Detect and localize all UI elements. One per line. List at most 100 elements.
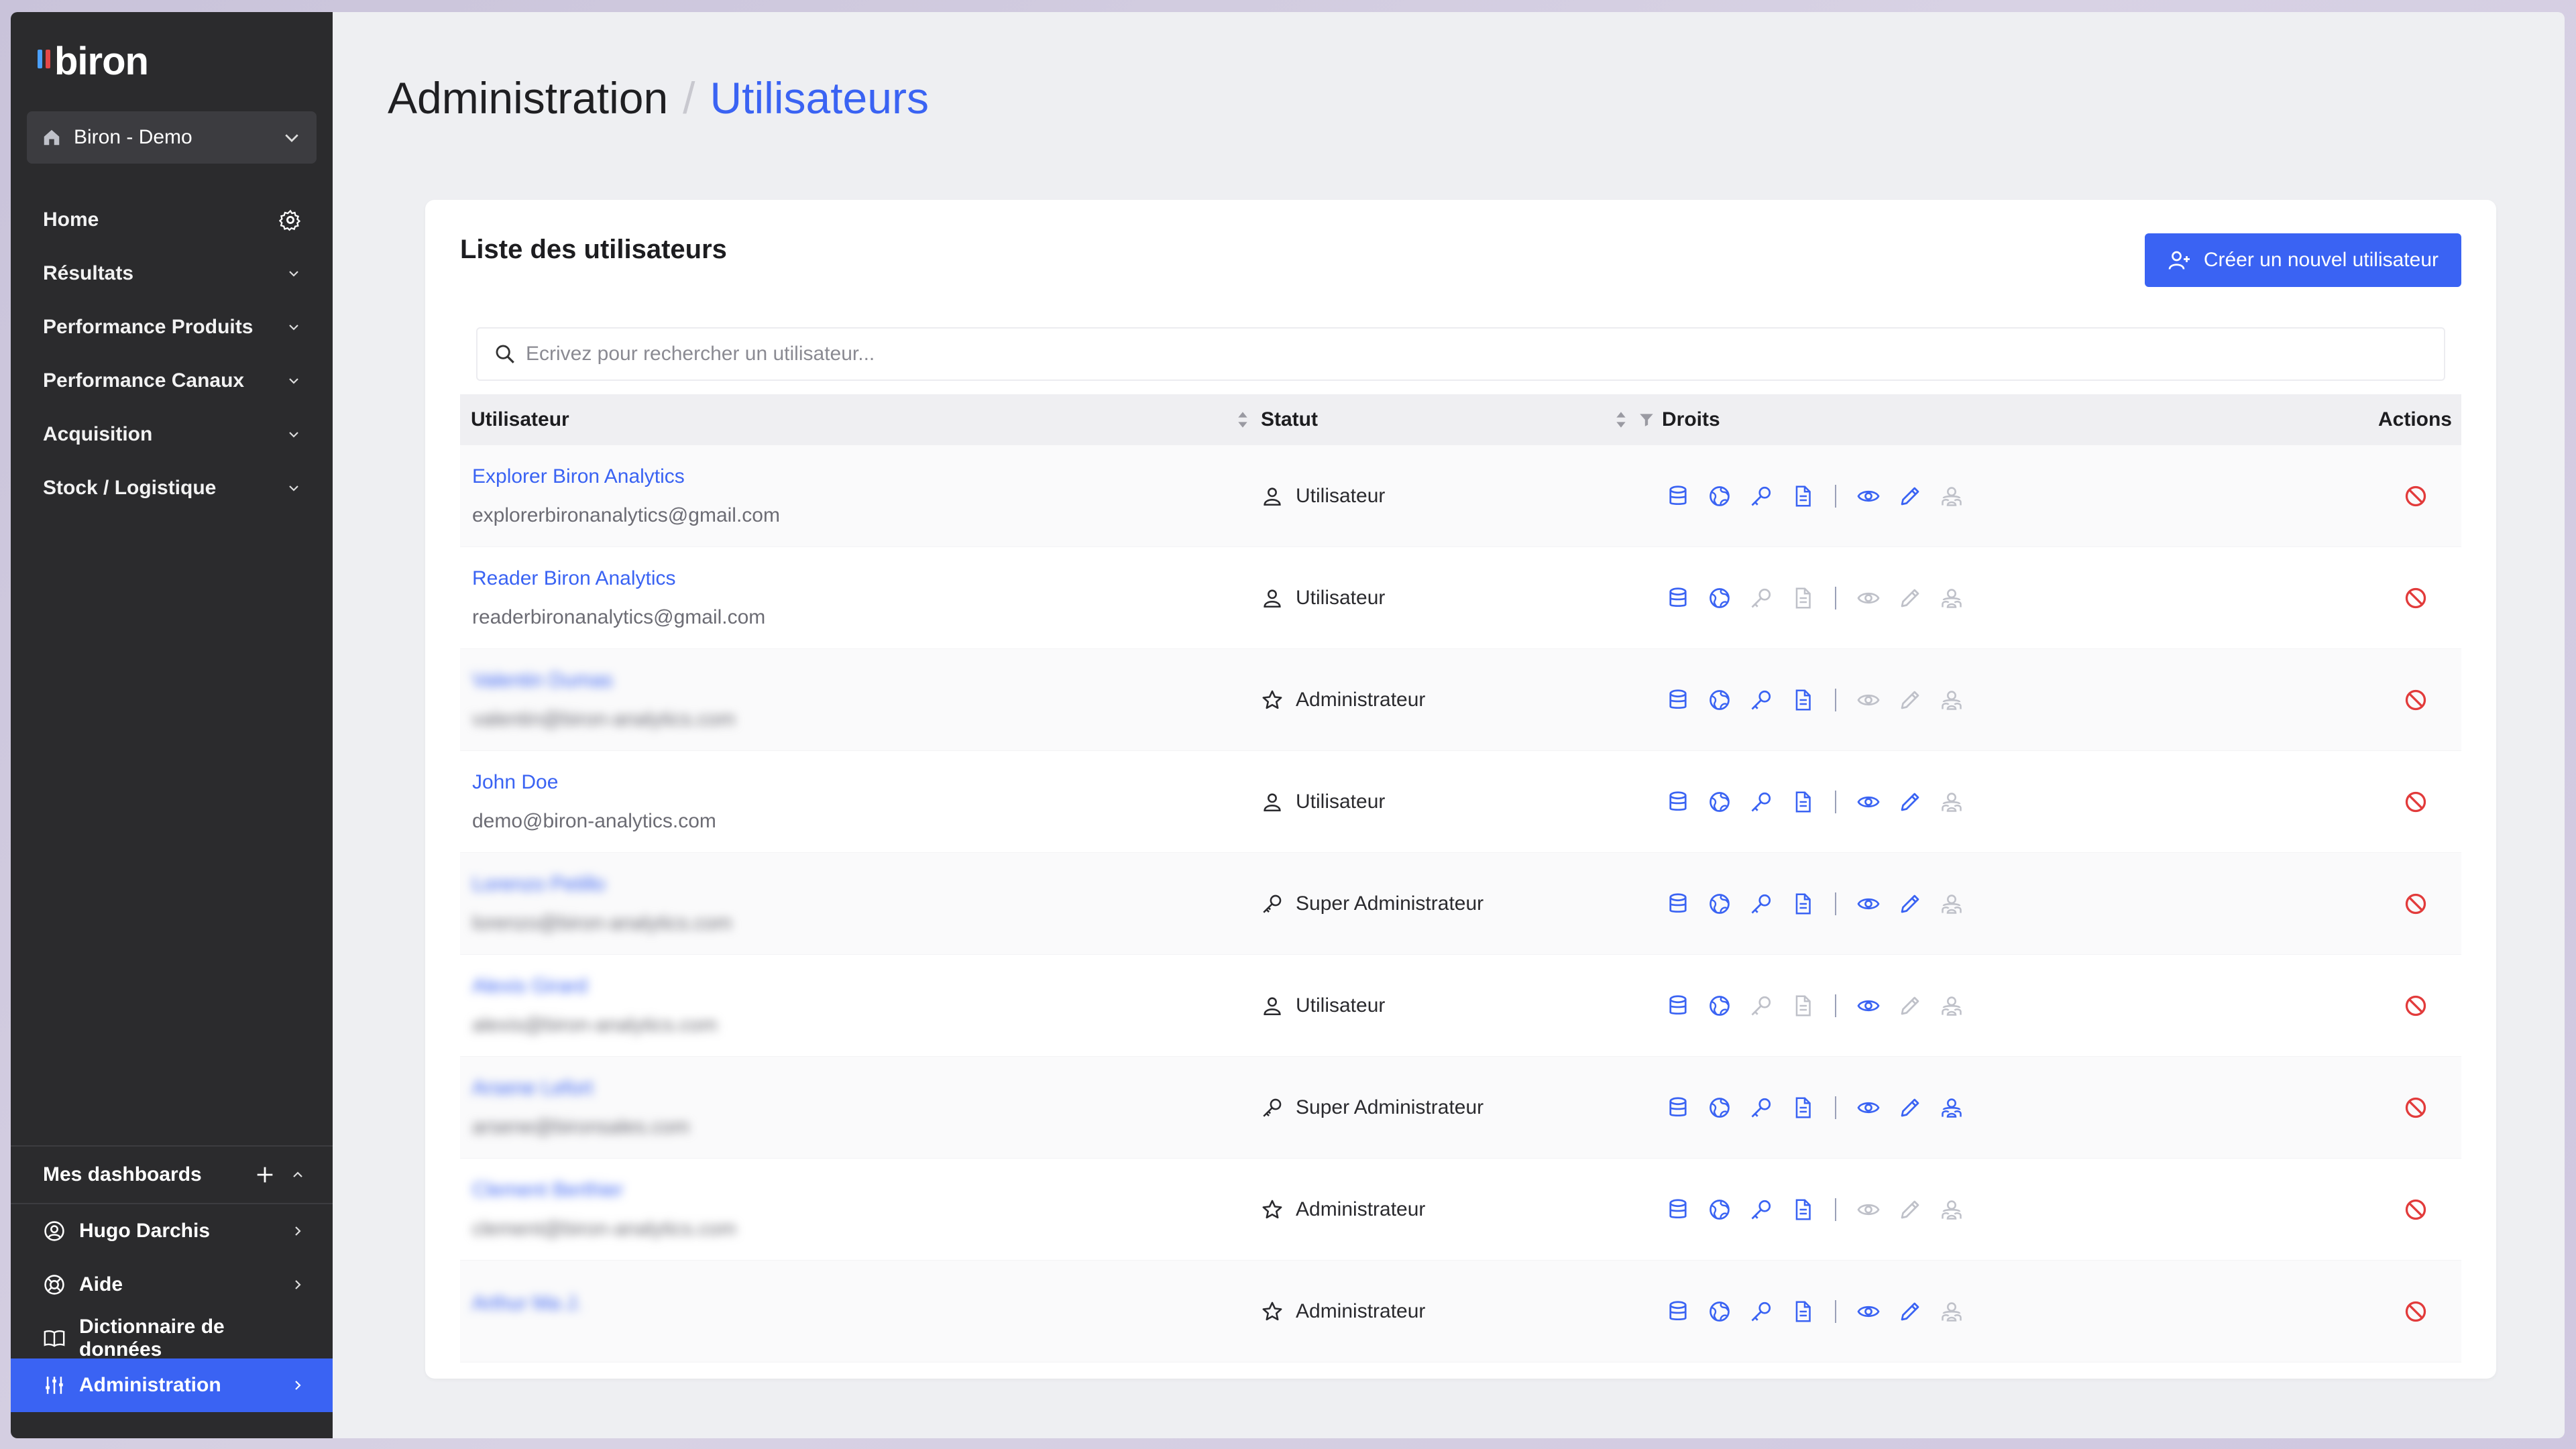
plus-icon[interactable]: [254, 1163, 276, 1186]
table-row[interactable]: Alexis Girard alexis@biron-analytics.com…: [460, 955, 2461, 1057]
sidebar-item-dictionnaire[interactable]: Dictionnaire de données: [11, 1312, 333, 1365]
user-name-link[interactable]: Reader Biron Analytics: [472, 567, 676, 590]
eye-icon[interactable]: [1856, 892, 1881, 916]
sidebar-item-mes-dashboards[interactable]: Mes dashboards: [11, 1147, 333, 1203]
user-name-link[interactable]: Arsene Lefort: [472, 1077, 593, 1100]
document-icon[interactable]: [1791, 484, 1815, 508]
database-icon[interactable]: [1666, 1198, 1690, 1222]
table-row[interactable]: Reader Biron Analytics readerbironanalyt…: [460, 547, 2461, 649]
key-icon[interactable]: [1749, 1096, 1773, 1120]
globe-icon[interactable]: [1707, 1299, 1732, 1324]
table-row[interactable]: Valentin Dumas valentin@biron-analytics.…: [460, 649, 2461, 751]
document-icon[interactable]: [1791, 1198, 1815, 1222]
key-icon[interactable]: [1749, 586, 1773, 610]
sort-icon[interactable]: [1235, 410, 1250, 430]
sidebar-item-user-profile[interactable]: Hugo Darchis: [11, 1204, 333, 1258]
document-icon[interactable]: [1791, 688, 1815, 712]
document-icon[interactable]: [1791, 790, 1815, 814]
users-icon[interactable]: [1940, 1096, 1964, 1120]
table-row[interactable]: Explorer Biron Analytics explorerbironan…: [460, 445, 2461, 547]
database-icon[interactable]: [1666, 586, 1690, 610]
block-icon[interactable]: [2404, 688, 2428, 712]
key-icon[interactable]: [1749, 790, 1773, 814]
pencil-icon[interactable]: [1898, 790, 1922, 814]
users-icon[interactable]: [1940, 1198, 1964, 1222]
user-name-link[interactable]: Valentin Dumas: [472, 669, 613, 692]
user-name-link[interactable]: Explorer Biron Analytics: [472, 465, 685, 488]
table-row[interactable]: Clement Berthier clement@biron-analytics…: [460, 1159, 2461, 1261]
block-icon[interactable]: [2404, 994, 2428, 1018]
block-icon[interactable]: [2404, 790, 2428, 814]
document-icon[interactable]: [1791, 1096, 1815, 1120]
sort-icon[interactable]: [1614, 410, 1628, 430]
pencil-icon[interactable]: [1898, 484, 1922, 508]
globe-icon[interactable]: [1707, 688, 1732, 712]
eye-icon[interactable]: [1856, 688, 1881, 712]
database-icon[interactable]: [1666, 892, 1690, 916]
block-icon[interactable]: [2404, 484, 2428, 508]
key-icon[interactable]: [1749, 1299, 1773, 1324]
user-name-link[interactable]: Clement Berthier: [472, 1179, 623, 1202]
search-input[interactable]: [526, 343, 2428, 365]
globe-icon[interactable]: [1707, 1198, 1732, 1222]
key-icon[interactable]: [1749, 1198, 1773, 1222]
table-row[interactable]: Lorenzo Petillo lorenzo@biron-analytics.…: [460, 853, 2461, 955]
column-header-user[interactable]: Utilisateur: [460, 408, 1261, 431]
eye-icon[interactable]: [1856, 586, 1881, 610]
nav-item-performance-produits[interactable]: Performance Produits: [11, 300, 333, 354]
create-user-button[interactable]: Créer un nouvel utilisateur: [2144, 233, 2461, 287]
users-icon[interactable]: [1940, 484, 1964, 508]
eye-icon[interactable]: [1856, 1198, 1881, 1222]
pencil-icon[interactable]: [1898, 586, 1922, 610]
globe-icon[interactable]: [1707, 484, 1732, 508]
user-name-link[interactable]: Arthur Ma J.: [472, 1292, 581, 1315]
document-icon[interactable]: [1791, 1299, 1815, 1324]
database-icon[interactable]: [1666, 688, 1690, 712]
globe-icon[interactable]: [1707, 892, 1732, 916]
database-icon[interactable]: [1666, 994, 1690, 1018]
nav-item-resultats[interactable]: Résultats: [11, 247, 333, 300]
user-name-link[interactable]: Alexis Girard: [472, 975, 587, 998]
database-icon[interactable]: [1666, 790, 1690, 814]
key-icon[interactable]: [1749, 994, 1773, 1018]
users-icon[interactable]: [1940, 994, 1964, 1018]
table-row[interactable]: Arthur Ma J. Administrateur: [460, 1261, 2461, 1363]
globe-icon[interactable]: [1707, 1096, 1732, 1120]
table-row[interactable]: Arsene Lefort arsene@bironsales.com Supe…: [460, 1057, 2461, 1159]
user-name-link[interactable]: John Doe: [472, 771, 558, 794]
users-icon[interactable]: [1940, 586, 1964, 610]
sidebar-item-administration[interactable]: Administration: [11, 1358, 333, 1412]
key-icon[interactable]: [1749, 484, 1773, 508]
users-icon[interactable]: [1940, 790, 1964, 814]
biron-logo[interactable]: biron: [38, 38, 149, 84]
key-icon[interactable]: [1749, 688, 1773, 712]
key-icon[interactable]: [1749, 892, 1773, 916]
pencil-icon[interactable]: [1898, 1198, 1922, 1222]
document-icon[interactable]: [1791, 892, 1815, 916]
pencil-icon[interactable]: [1898, 1299, 1922, 1324]
pencil-icon[interactable]: [1898, 994, 1922, 1018]
eye-icon[interactable]: [1856, 994, 1881, 1018]
users-icon[interactable]: [1940, 688, 1964, 712]
database-icon[interactable]: [1666, 484, 1690, 508]
eye-icon[interactable]: [1856, 484, 1881, 508]
nav-item-stock-logistique[interactable]: Stock / Logistique: [11, 461, 333, 515]
nav-item-acquisition[interactable]: Acquisition: [11, 408, 333, 461]
pencil-icon[interactable]: [1898, 892, 1922, 916]
column-header-status[interactable]: Statut: [1261, 408, 1662, 431]
user-search[interactable]: [476, 327, 2445, 381]
chevron-up-icon[interactable]: [290, 1167, 306, 1183]
block-icon[interactable]: [2404, 1299, 2428, 1324]
nav-item-home[interactable]: Home: [11, 193, 333, 247]
block-icon[interactable]: [2404, 1096, 2428, 1120]
user-name-link[interactable]: Lorenzo Petillo: [472, 873, 605, 896]
document-icon[interactable]: [1791, 586, 1815, 610]
block-icon[interactable]: [2404, 892, 2428, 916]
globe-icon[interactable]: [1707, 994, 1732, 1018]
pencil-icon[interactable]: [1898, 688, 1922, 712]
users-icon[interactable]: [1940, 1299, 1964, 1324]
users-icon[interactable]: [1940, 892, 1964, 916]
filter-icon[interactable]: [1638, 411, 1655, 428]
sidebar-item-aide[interactable]: Aide: [11, 1258, 333, 1312]
block-icon[interactable]: [2404, 1198, 2428, 1222]
